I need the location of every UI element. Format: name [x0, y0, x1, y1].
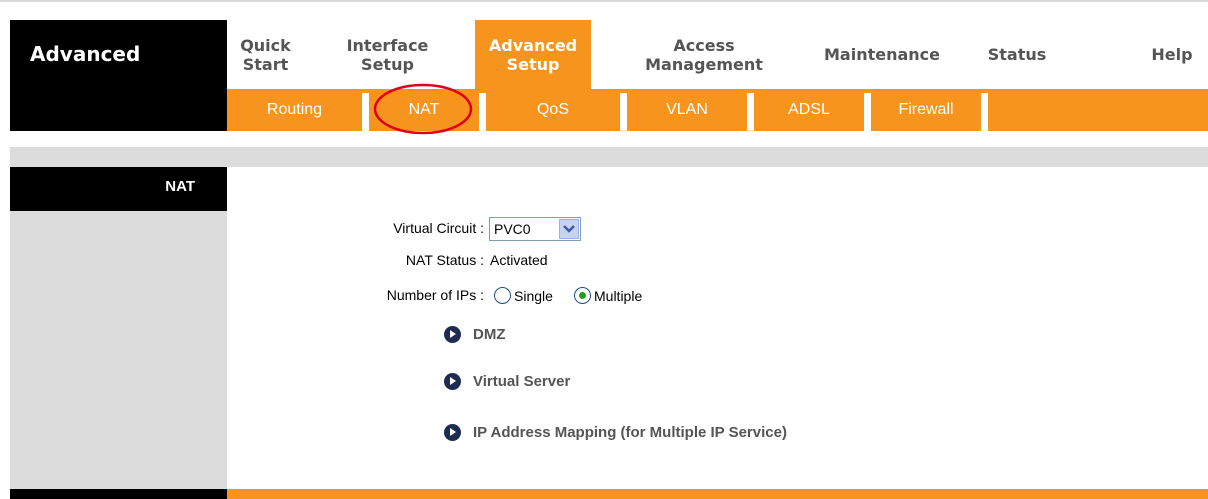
- left-panel: [10, 211, 227, 489]
- radio-single-label: Single: [514, 288, 553, 304]
- link-virtual-server[interactable]: Virtual Server: [444, 373, 570, 390]
- section-title: NAT: [10, 167, 227, 211]
- arrow-bullet-icon: [444, 373, 461, 390]
- subnav-separator: [362, 93, 369, 131]
- number-of-ips-label: Number of IPs :: [386, 287, 484, 303]
- header-divider-band: [10, 147, 1208, 167]
- subnav-separator: [864, 93, 871, 131]
- virtual-circuit-label: Virtual Circuit :: [393, 220, 484, 236]
- nav-quick-start[interactable]: Quick Start: [227, 20, 304, 89]
- radio-multiple[interactable]: [574, 287, 591, 304]
- link-ip-address-mapping-label: IP Address Mapping (for Multiple IP Serv…: [473, 424, 787, 441]
- radio-single[interactable]: [494, 287, 511, 304]
- subnav-qos[interactable]: QoS: [486, 89, 620, 131]
- radio-multiple-label: Multiple: [594, 288, 643, 304]
- subnav-separator: [981, 93, 988, 131]
- nav-access-management[interactable]: Access Management: [625, 20, 783, 89]
- virtual-circuit-value: PVC0: [494, 221, 531, 237]
- main-navigation: Quick Start Interface Setup Advanced Set…: [227, 20, 1208, 89]
- nav-maintenance[interactable]: Maintenance: [807, 20, 957, 89]
- brand-panel: [10, 89, 227, 131]
- arrow-bullet-icon: [444, 424, 461, 441]
- subnav-separator: [479, 93, 486, 131]
- subnav-separator: [620, 93, 627, 131]
- subnav-separator: [747, 93, 754, 131]
- nav-advanced-setup[interactable]: Advanced Setup: [475, 20, 591, 89]
- link-dmz-label: DMZ: [473, 326, 506, 343]
- footer-bar-right: [227, 489, 1208, 499]
- radio-selected-dot: [579, 292, 586, 299]
- footer-bar-left: [10, 489, 227, 499]
- page-brand-title: Advanced: [10, 20, 227, 89]
- nat-status-label: NAT Status :: [405, 252, 484, 268]
- nav-status[interactable]: Status: [977, 20, 1057, 89]
- dropdown-button[interactable]: [559, 219, 579, 239]
- nat-status-value: Activated: [490, 252, 548, 268]
- subnav-adsl[interactable]: ADSL: [754, 89, 864, 131]
- link-ip-address-mapping[interactable]: IP Address Mapping (for Multiple IP Serv…: [444, 424, 787, 441]
- arrow-bullet-icon: [444, 326, 461, 343]
- virtual-circuit-select[interactable]: PVC0: [489, 217, 581, 241]
- nav-help[interactable]: Help: [1142, 20, 1202, 89]
- link-virtual-server-label: Virtual Server: [473, 373, 571, 390]
- nat-highlight-circle-icon: [373, 83, 473, 135]
- link-dmz[interactable]: DMZ: [444, 326, 506, 343]
- subnav-routing[interactable]: Routing: [227, 89, 362, 131]
- chevron-down-icon: [563, 225, 575, 233]
- subnav-vlan[interactable]: VLAN: [627, 89, 747, 131]
- top-border: [0, 0, 1208, 2]
- subnav-firewall[interactable]: Firewall: [871, 89, 981, 131]
- nav-interface-setup[interactable]: Interface Setup: [342, 20, 433, 89]
